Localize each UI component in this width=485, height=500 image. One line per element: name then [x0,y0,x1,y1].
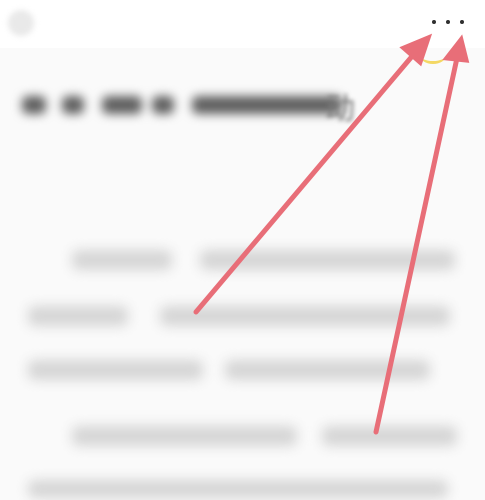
paragraph-line [322,426,457,446]
article-title-visible-char: 动 [325,92,355,127]
more-dot-icon [432,20,436,24]
paragraph-line [200,250,455,270]
paragraph-line [28,306,128,326]
paragraph-line [28,480,448,498]
back-icon[interactable] [8,10,34,36]
article-content: 动 [0,48,485,500]
more-options-button[interactable] [430,12,466,32]
more-dot-icon [460,20,464,24]
more-dot-icon [446,20,450,24]
paragraph-line [160,306,450,326]
paragraph-line [72,426,297,446]
paragraph-line [225,360,430,380]
top-navigation-bar [0,0,485,48]
paragraph-line [28,360,203,380]
paragraph-line [72,250,172,270]
